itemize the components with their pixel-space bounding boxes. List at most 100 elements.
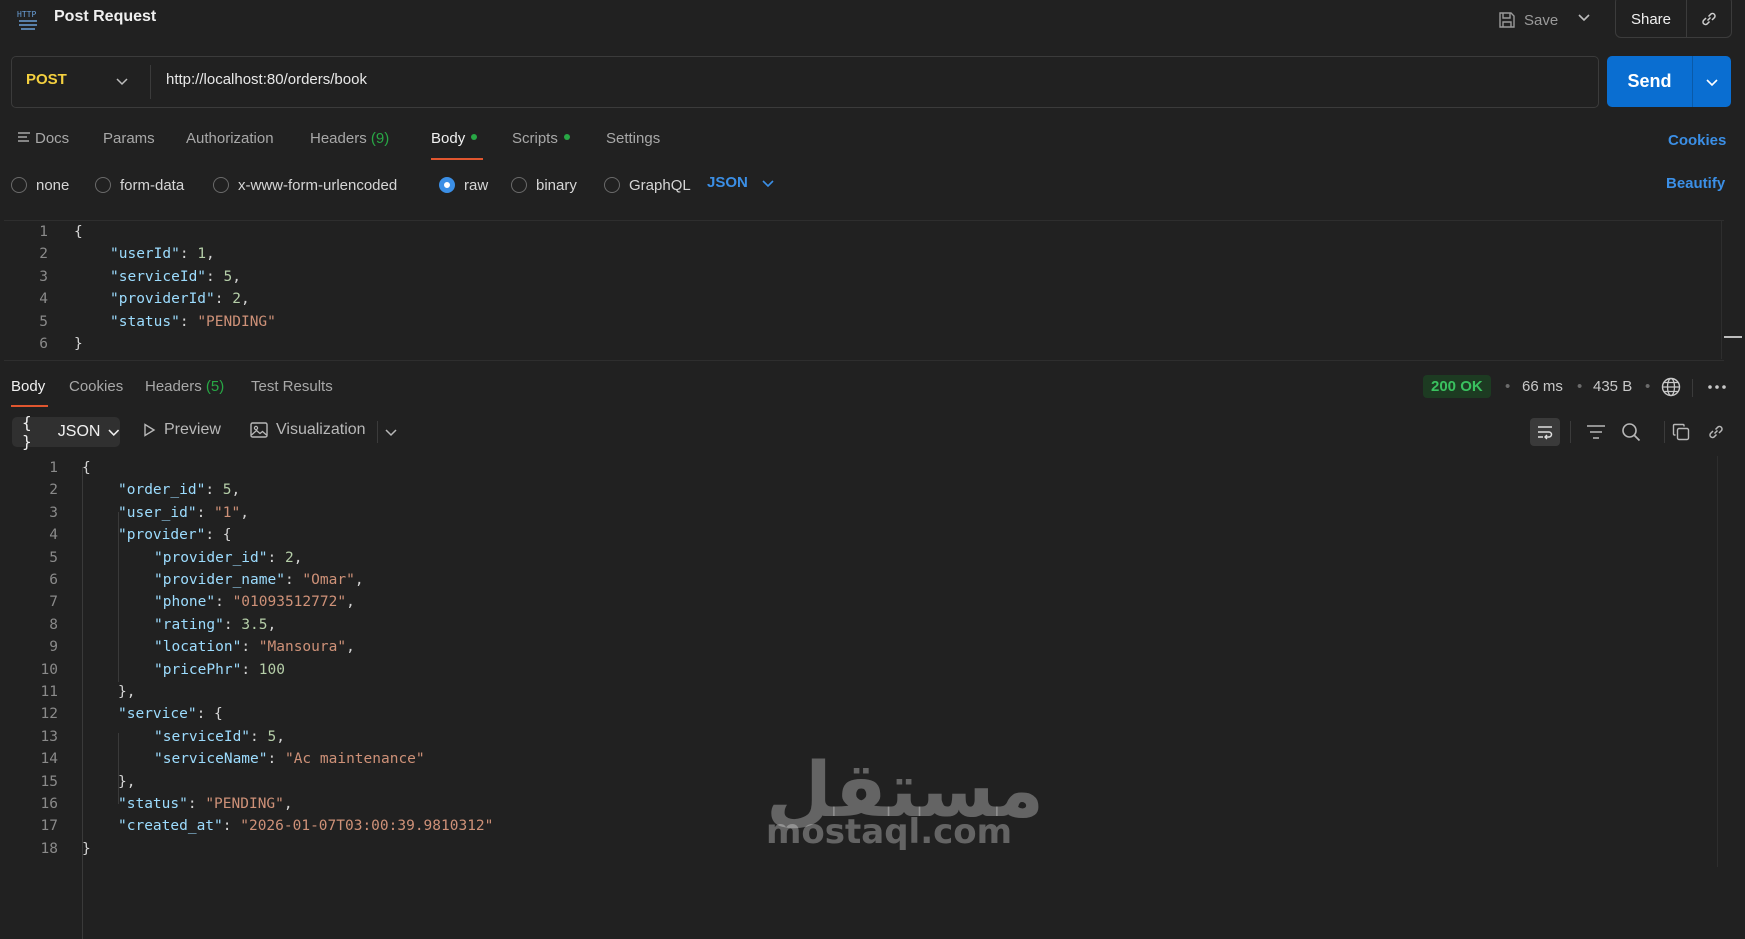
response-time[interactable]: 66 ms [1522, 378, 1563, 395]
radio-circle [511, 177, 527, 193]
code-token: , [231, 482, 241, 499]
response-format-select[interactable]: { } JSON [12, 413, 120, 451]
response-format-label: JSON [57, 423, 101, 440]
tab-body[interactable]: Body [431, 130, 478, 147]
search-icon[interactable] [1621, 422, 1641, 442]
code-token: , [276, 728, 285, 745]
code-token: 2 [284, 549, 294, 566]
tab-params[interactable]: Params [103, 130, 155, 147]
code-token: }, [118, 684, 136, 700]
chevron-down-icon [1706, 78, 1718, 86]
radio-raw[interactable]: raw [439, 174, 488, 196]
code-token: "order_id" [118, 482, 206, 499]
indent-guide [118, 733, 119, 804]
code-token: : [284, 572, 303, 588]
url-bar: POST http://localhost:80/orders/book [11, 56, 1599, 108]
code-token: : [267, 549, 285, 566]
chevron-down-icon [762, 179, 774, 187]
radio-none[interactable]: none [11, 174, 69, 196]
tab-authorization[interactable]: Authorization [186, 130, 274, 147]
active-tab-indicator [431, 158, 483, 160]
beautify-button[interactable]: Beautify [1666, 175, 1725, 192]
send-options-button[interactable] [1693, 56, 1731, 107]
more-options-icon[interactable] [1707, 380, 1727, 394]
radio-circle [604, 177, 620, 193]
copy-icon[interactable] [1672, 423, 1690, 441]
code-token: "phone" [154, 594, 216, 611]
line-number: 11 [40, 684, 58, 700]
tab-headers-label: Headers [310, 130, 367, 147]
copy-link-button[interactable] [1687, 0, 1731, 37]
preview-button[interactable]: Preview [142, 421, 221, 439]
request-body-editor[interactable]: 1 {2 "userId": 1, 3 "serviceId": 5, 4 "provide… [4, 220, 1724, 361]
divider [1692, 379, 1693, 397]
response-tab-cookies[interactable]: Cookies [69, 378, 123, 395]
editor-scrollbar[interactable] [1721, 220, 1742, 359]
tab-headers[interactable]: Headers (9) [310, 130, 389, 147]
wrap-lines-button[interactable] [1530, 418, 1560, 446]
globe-icon[interactable] [1661, 377, 1681, 397]
line-number: 6 [49, 572, 58, 588]
code-line: "phone": "01093512772", [154, 591, 355, 613]
code-line: "serviceName": "Ac maintenance" [154, 748, 425, 770]
code-line: "provider": { [118, 524, 232, 546]
code-token: , [283, 796, 293, 812]
response-size[interactable]: 435 B [1593, 378, 1632, 395]
code-token: : [241, 639, 259, 656]
code-token: : { [196, 706, 223, 723]
share-button[interactable]: Share [1616, 0, 1687, 37]
response-tab-test-results[interactable]: Test Results [251, 378, 333, 395]
tab-docs[interactable]: Docs [17, 130, 69, 147]
radio-binary[interactable]: binary [511, 174, 577, 196]
visualization-button[interactable]: Visualization [250, 421, 366, 439]
save-button[interactable]: Save [1498, 6, 1558, 34]
radio-form-data[interactable]: form-data [95, 174, 184, 196]
line-number: 6 [39, 336, 48, 352]
chevron-down-icon[interactable] [384, 426, 398, 440]
radio-graphql[interactable]: GraphQL [604, 174, 691, 196]
code-token: , [240, 504, 249, 521]
send-button[interactable]: Send [1607, 56, 1693, 107]
filter-icon[interactable] [1586, 424, 1606, 440]
line-number: 5 [39, 313, 48, 330]
http-app-icon: HTTP [16, 6, 40, 32]
request-title[interactable]: Post Request [54, 8, 156, 26]
line-number: 16 [40, 796, 58, 812]
code-token: , [346, 594, 355, 611]
cookies-link[interactable]: Cookies [1668, 132, 1726, 149]
code-token: "rating" [154, 616, 224, 633]
http-method-select[interactable]: POST [26, 71, 67, 88]
response-tab-body[interactable]: Body [11, 378, 45, 395]
code-line: "serviceId": 5, [110, 266, 241, 288]
braces-icon: { } [22, 413, 32, 451]
send-group: Send [1607, 56, 1731, 107]
language-select[interactable]: JSON [707, 174, 774, 191]
separator-dot: • [1577, 378, 1583, 395]
line-number: 3 [39, 268, 48, 285]
code-token: "provider" [118, 527, 206, 544]
status-dot [563, 134, 570, 141]
response-tab-headers-label: Headers [145, 378, 202, 395]
line-number: 2 [39, 246, 48, 263]
tab-settings[interactable]: Settings [606, 130, 660, 147]
status-badge[interactable]: 200 OK [1423, 375, 1491, 398]
code-token: "location" [154, 639, 242, 656]
link-icon[interactable] [1707, 423, 1725, 441]
tab-scripts[interactable]: Scripts [512, 130, 570, 147]
line-number: 10 [40, 661, 58, 678]
code-token: "Ac maintenance" [284, 751, 425, 768]
chevron-down-icon[interactable] [1576, 9, 1592, 25]
code-token: , [232, 268, 241, 285]
line-number: 8 [49, 616, 58, 633]
response-scrollbar[interactable] [1717, 456, 1718, 867]
preview-label: Preview [164, 421, 221, 438]
chevron-down-icon[interactable] [115, 74, 129, 88]
radio-label: none [36, 176, 70, 194]
radio-label: x-www-form-urlencoded [238, 176, 398, 194]
response-tab-headers[interactable]: Headers (5) [145, 378, 224, 395]
code-token: , [293, 549, 303, 566]
link-icon [1702, 12, 1716, 26]
scrollbar-thumb[interactable] [1724, 336, 1742, 338]
url-input[interactable]: http://localhost:80/orders/book [166, 71, 367, 88]
radio-urlencoded[interactable]: x-www-form-urlencoded [213, 174, 397, 196]
